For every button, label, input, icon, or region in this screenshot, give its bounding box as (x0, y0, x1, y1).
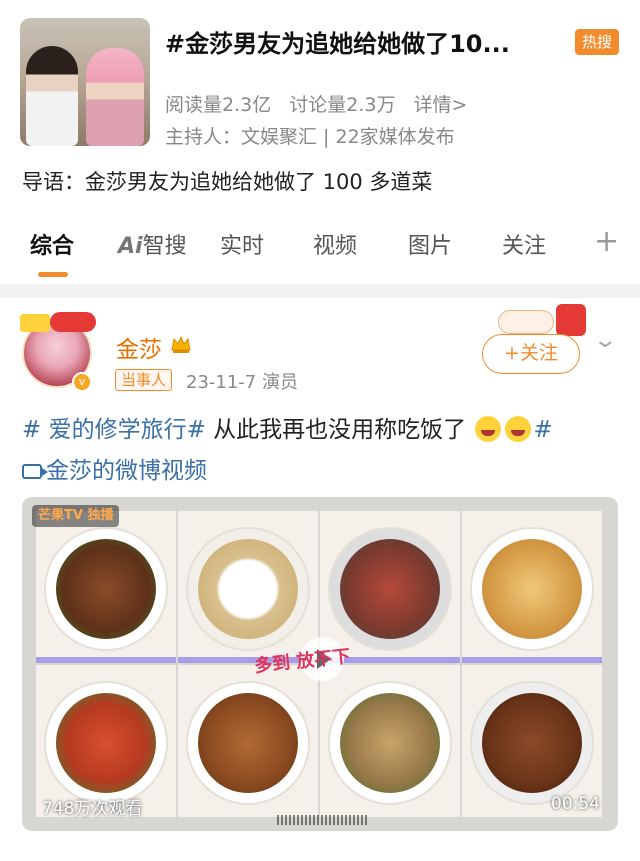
active-tab-indicator (38, 272, 68, 277)
topic-header: #金莎男友为追她给她做了10... 热搜 阅读量2.3亿 讨论量2.3万 详情>… (0, 0, 640, 152)
tab-ai-search[interactable]: Ai智搜 (118, 228, 187, 260)
food-tile (320, 665, 460, 817)
username[interactable]: 金莎 (116, 330, 162, 364)
topic-intro: 导语：金莎男友为追她给她做了 100 多道菜 (22, 170, 433, 194)
laughing-emoji-icon (505, 416, 532, 442)
crown-icon (171, 335, 191, 353)
topic-stats: 阅读量2.3亿 讨论量2.3万 详情> (165, 90, 479, 117)
tab-realtime[interactable]: 实时 (220, 228, 264, 260)
read-count: 阅读量2.3亿 (165, 94, 272, 116)
hashtag-link[interactable]: # 爱的修学旅行# (22, 417, 206, 443)
post-body: 从此我再也没用称吃饭了 (205, 417, 474, 443)
video-camera-icon (22, 464, 48, 479)
laughing-emoji-icon (475, 416, 502, 442)
discussion-count: 讨论量2.3万 (289, 94, 396, 116)
chevron-down-icon[interactable]: ⌄ (592, 328, 618, 353)
hot-search-badge: 热搜 (575, 29, 619, 55)
tab-following[interactable]: 关注 (502, 228, 546, 260)
ai-logo-icon: Ai (118, 234, 143, 259)
section-divider (0, 284, 640, 298)
food-tile (178, 511, 318, 663)
tab-bar: 综合 Ai智搜 实时 视频 图片 关注 + (0, 224, 640, 277)
verified-icon: v (72, 372, 92, 392)
food-tile (462, 511, 602, 663)
video-link[interactable]: 金莎的微博视频 (22, 451, 207, 485)
tab-ai-search-label: 智搜 (142, 234, 187, 259)
add-tab-icon[interactable]: + (594, 224, 619, 259)
avatar-frame-banner (20, 312, 96, 334)
watermark-barcode (277, 815, 367, 825)
topic-thumbnail[interactable] (20, 18, 150, 146)
food-tile (36, 511, 176, 663)
details-link[interactable]: 详情> (414, 94, 468, 116)
follow-button[interactable]: +关注 (482, 334, 580, 374)
post-meta: 23-11-7 演员 (186, 372, 298, 393)
tab-images[interactable]: 图片 (408, 228, 452, 260)
tab-video[interactable]: 视频 (313, 228, 357, 260)
video-link-label: 金莎的微博视频 (46, 458, 207, 484)
hashtag-tail[interactable]: # (533, 417, 552, 443)
food-tile (320, 511, 460, 663)
thumbnail-person-right (86, 48, 144, 146)
mango-tv-logo: 芒果TV 独播 (32, 505, 120, 527)
topic-title[interactable]: #金莎男友为追她给她做了10... (165, 24, 510, 59)
thumbnail-person-left (26, 46, 78, 146)
decoration-sticker (498, 304, 590, 338)
view-count: 748万次观看 (42, 799, 143, 819)
tab-general[interactable]: 综合 (30, 228, 74, 260)
video-player[interactable]: 芒果TV 独播 多到 放不下 748万次观看 00:54 (22, 497, 618, 831)
post-text: # 爱的修学旅行# 从此我再也没用称吃饭了 # (22, 410, 553, 444)
role-badge: 当事人 (115, 369, 173, 391)
video-duration: 00:54 (551, 794, 600, 814)
food-tile (178, 665, 318, 817)
topic-host: 主持人：文娱聚汇 | 22家媒体发布 (165, 126, 455, 148)
